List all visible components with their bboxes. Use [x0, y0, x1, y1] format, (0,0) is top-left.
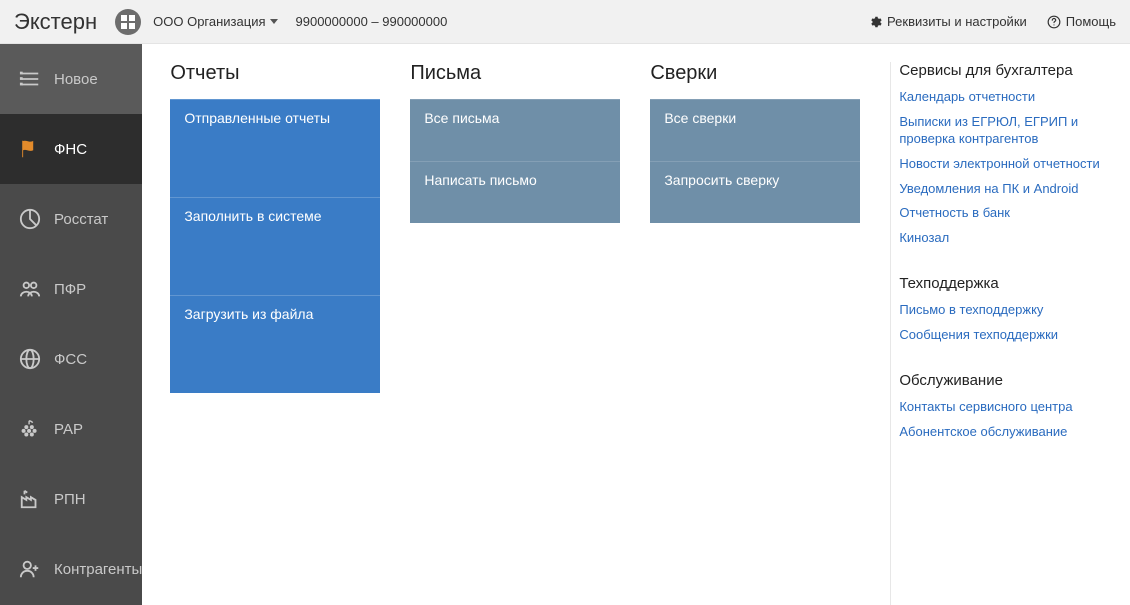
right-panel: Сервисы для бухгалтера Календарь отчетнос…	[890, 62, 1120, 605]
right-link[interactable]: Сообщения техподдержки	[899, 327, 1112, 344]
sidebar-item-label: Контрагенты	[54, 561, 142, 578]
tile[interactable]: Отправленные отчеты	[170, 99, 380, 197]
tile[interactable]: Написать письмо	[410, 161, 620, 223]
globe-icon	[18, 347, 42, 371]
caret-down-icon	[270, 19, 278, 24]
tile[interactable]: Запросить сверку	[650, 161, 860, 223]
sidebar-item-label: ФНС	[54, 141, 87, 158]
apps-grid-button[interactable]	[115, 9, 141, 35]
right-section-heading: Техподдержка	[899, 275, 1112, 292]
app-title: Экстерн	[14, 9, 97, 35]
column-title: Письма	[410, 62, 620, 85]
help-link[interactable]: Помощь	[1047, 14, 1116, 29]
right-link[interactable]: Кинозал	[899, 230, 1112, 247]
gear-icon	[868, 15, 882, 29]
user-icon	[18, 557, 42, 581]
piechart-icon	[18, 207, 42, 231]
grid-icon	[121, 15, 135, 29]
sidebar-item-4[interactable]: ФСС	[0, 324, 142, 394]
org-label: ООО Организация	[153, 14, 265, 29]
right-section-heading: Обслуживание	[899, 372, 1112, 389]
sidebar-item-label: ФСС	[54, 351, 87, 368]
sidebar-item-1[interactable]: ФНС	[0, 114, 142, 184]
sidebar-item-6[interactable]: РПН	[0, 464, 142, 534]
tile-label: Заполнить в системе	[184, 208, 321, 224]
right-link[interactable]: Контакты сервисного центра	[899, 399, 1112, 416]
tile-label: Все сверки	[664, 110, 736, 126]
tile-column-0: Отчеты Отправленные отчеты Заполнить в сис…	[170, 62, 380, 605]
topbar-right: Реквизиты и настройки Помощь	[868, 14, 1116, 29]
layout: Новое ФНС Росстат ПФР ФСС РАР РПН Контрагенты О…	[0, 44, 1130, 605]
sidebar-item-label: РАР	[54, 421, 83, 438]
tile[interactable]: Все сверки	[650, 99, 860, 161]
main: Отчеты Отправленные отчеты Заполнить в сис…	[142, 44, 1130, 605]
tile-label: Загрузить из файла	[184, 306, 313, 322]
right-section-1: Техподдержка Письмо в техподдержку Сообщен…	[899, 275, 1112, 344]
right-link[interactable]: Уведомления на ПК и Android	[899, 181, 1112, 198]
right-link[interactable]: Календарь отчетности	[899, 89, 1112, 106]
sidebar-item-label: РПН	[54, 491, 86, 508]
tiles-area: Отчеты Отправленные отчеты Заполнить в сис…	[170, 62, 860, 605]
help-label: Помощь	[1066, 14, 1116, 29]
right-link[interactable]: Абонентское обслуживание	[899, 424, 1112, 441]
sidebar: Новое ФНС Росстат ПФР ФСС РАР РПН Контрагенты	[0, 44, 142, 605]
right-link[interactable]: Новости электронной отчетности	[899, 156, 1112, 173]
sidebar-item-5[interactable]: РАР	[0, 394, 142, 464]
list-icon	[18, 67, 42, 91]
sidebar-item-2[interactable]: Росстат	[0, 184, 142, 254]
org-id: 9900000000 – 990000000	[296, 14, 448, 29]
column-title: Отчеты	[170, 62, 380, 85]
tile-label: Написать письмо	[424, 172, 536, 188]
sidebar-item-7[interactable]: Контрагенты	[0, 534, 142, 604]
flag-icon	[18, 137, 42, 161]
factory-icon	[18, 487, 42, 511]
sidebar-item-label: Росстат	[54, 211, 108, 228]
tile-column-2: Сверки Все сверки Запросить сверку	[650, 62, 860, 605]
sidebar-item-label: ПФР	[54, 281, 86, 298]
tile-label: Все письма	[424, 110, 499, 126]
grape-icon	[18, 417, 42, 441]
right-link[interactable]: Выписки из ЕГРЮЛ, ЕГРИП и проверка контр…	[899, 114, 1112, 148]
right-link[interactable]: Письмо в техподдержку	[899, 302, 1112, 319]
tile[interactable]: Все письма	[410, 99, 620, 161]
org-selector[interactable]: ООО Организация	[153, 14, 277, 29]
tile[interactable]: Заполнить в системе	[170, 197, 380, 295]
topbar: Экстерн ООО Организация 9900000000 – 990…	[0, 0, 1130, 44]
people-icon	[18, 277, 42, 301]
help-icon	[1047, 15, 1061, 29]
right-link[interactable]: Отчетность в банк	[899, 205, 1112, 222]
sidebar-item-3[interactable]: ПФР	[0, 254, 142, 324]
right-section-2: Обслуживание Контакты сервисного центра Аб…	[899, 372, 1112, 441]
column-title: Сверки	[650, 62, 860, 85]
tile-column-1: Письма Все письма Написать письмо	[410, 62, 620, 605]
sidebar-item-0[interactable]: Новое	[0, 44, 142, 114]
right-section-heading: Сервисы для бухгалтера	[899, 62, 1112, 79]
tile[interactable]: Загрузить из файла	[170, 295, 380, 393]
settings-link[interactable]: Реквизиты и настройки	[868, 14, 1027, 29]
tile-label: Отправленные отчеты	[184, 110, 330, 126]
tile-label: Запросить сверку	[664, 172, 779, 188]
right-section-0: Сервисы для бухгалтера Календарь отчетнос…	[899, 62, 1112, 247]
settings-label: Реквизиты и настройки	[887, 14, 1027, 29]
sidebar-item-label: Новое	[54, 71, 98, 88]
